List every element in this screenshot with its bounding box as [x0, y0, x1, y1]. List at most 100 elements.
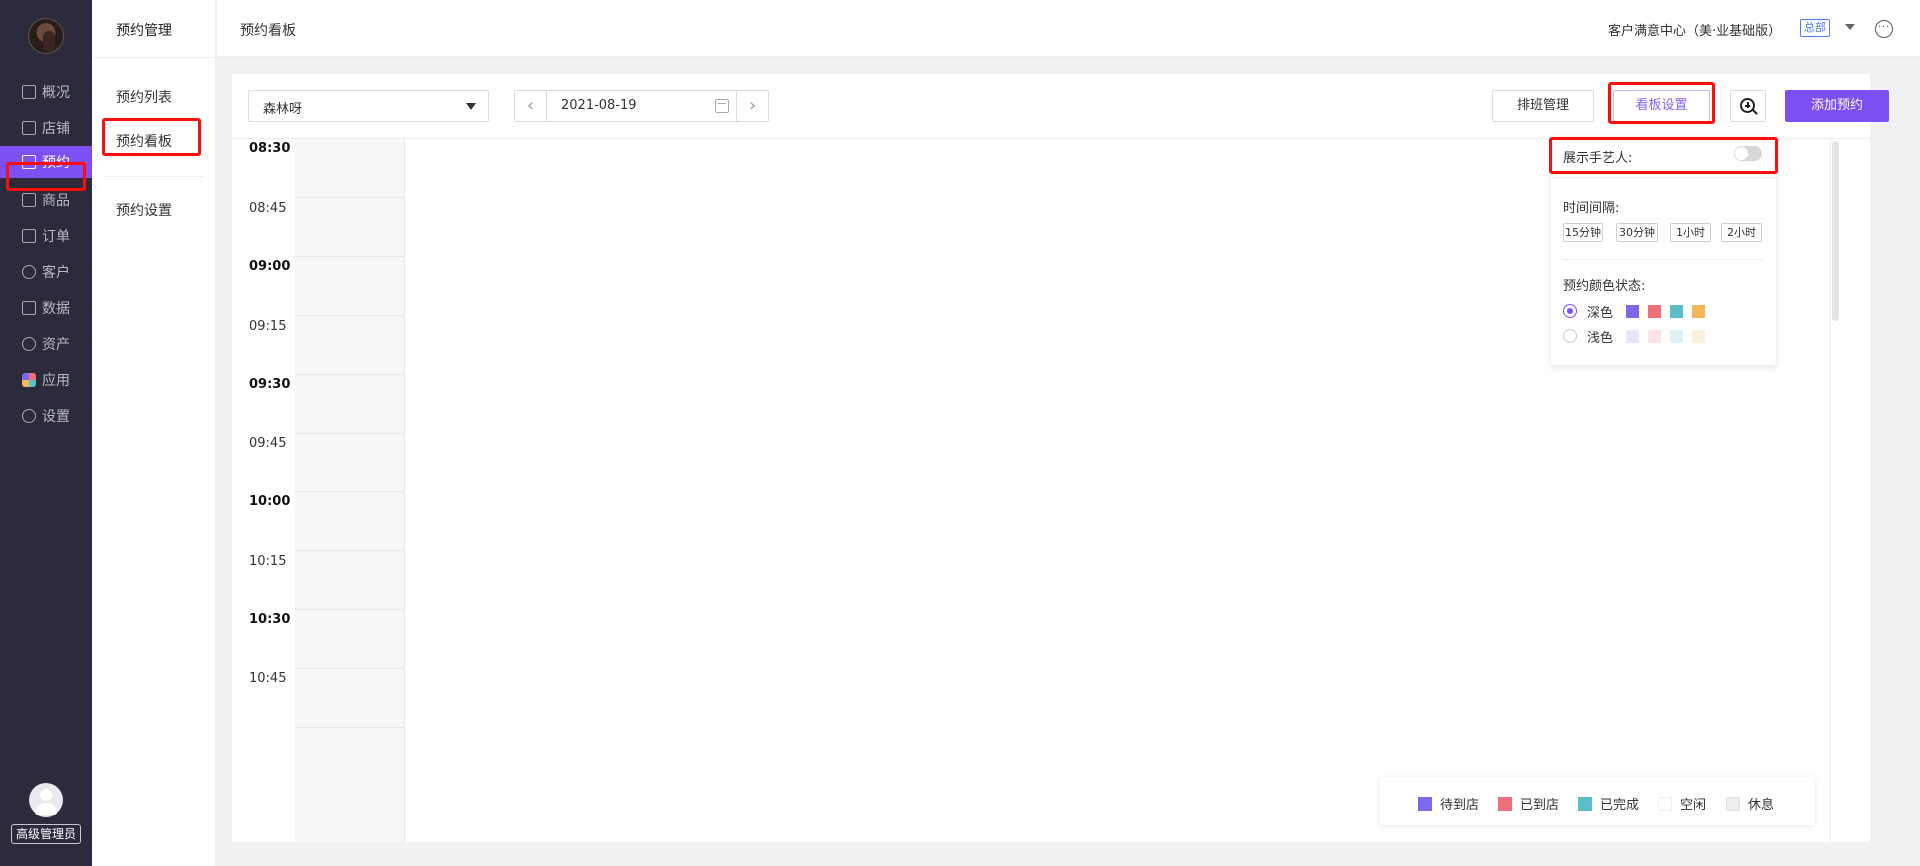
legend-swatch [1726, 796, 1740, 811]
interval-2h-button[interactable]: 2小时 [1721, 223, 1762, 242]
main-sidebar: 概况 店铺 预约 商品 订单 客户 数据 资产 应用 设置 高级管理员 [0, 0, 92, 866]
time-label: 10:00 [249, 494, 291, 509]
legend-swatch [1498, 796, 1512, 811]
sidebar-item-label: 概况 [42, 85, 70, 101]
grid-line [295, 256, 405, 257]
status-legend: 待到店 已到店 已完成 空闲 休息 [1380, 777, 1814, 825]
hq-badge: 总部 [1800, 19, 1830, 37]
apps-icon [22, 373, 36, 387]
interval-30min-button[interactable]: 30分钟 [1616, 223, 1658, 242]
swatch-light-other [1692, 330, 1705, 343]
time-label: 08:45 [249, 201, 287, 216]
bag-icon [22, 193, 36, 207]
add-appointment-button[interactable]: 添加预约 [1785, 90, 1889, 122]
sidebar-item-overview[interactable]: 概况 [0, 76, 92, 108]
sidebar-item-settings[interactable]: 设置 [0, 400, 92, 432]
grid-line [295, 550, 405, 551]
date-picker[interactable]: ‹ 2021-08-19 › [514, 90, 769, 122]
legend-label: 已完成 [1600, 798, 1640, 813]
legend-swatch [1658, 796, 1672, 811]
grid-line [295, 609, 405, 610]
subnav-item-settings[interactable]: 预约设置 [116, 200, 172, 220]
swatch-dark-pending [1626, 305, 1639, 318]
sidebar-item-apps[interactable]: 应用 [0, 364, 92, 396]
interval-1h-button[interactable]: 1小时 [1670, 223, 1711, 242]
swatch-dark-arrived [1648, 305, 1661, 318]
sidebar-item-assets[interactable]: 资产 [0, 328, 92, 360]
time-label: 09:15 [249, 319, 287, 334]
legend-item-rest: 休息 [1726, 794, 1774, 813]
grid-line [295, 374, 405, 375]
sidebar-item-store[interactable]: 店铺 [0, 112, 92, 144]
swatch-dark-other [1692, 305, 1705, 318]
zoom-plus-mark [1746, 102, 1749, 108]
divider [1551, 177, 1776, 178]
coin-icon [22, 337, 36, 351]
user-icon [22, 265, 36, 279]
interval-15min-button[interactable]: 15分钟 [1563, 223, 1603, 242]
board-settings-popover: 展示手艺人: 时间间隔: 15分钟 30分钟 1小时 2小时 预约颜色状态: 深… [1551, 137, 1776, 365]
staff-select-value: 森林呀 [263, 102, 303, 117]
grid-line [295, 668, 405, 669]
user-avatar[interactable] [29, 783, 63, 817]
time-label: 10:30 [249, 612, 291, 627]
swatch-light-pending [1626, 330, 1639, 343]
sidebar-item-orders[interactable]: 订单 [0, 220, 92, 252]
sidebar-item-label: 店铺 [42, 121, 70, 137]
sidebar-item-label: 设置 [42, 409, 70, 425]
next-day-button[interactable]: › [736, 91, 768, 121]
dark-color-label: 深色 [1587, 306, 1614, 321]
sidebar-item-data[interactable]: 数据 [0, 292, 92, 324]
sidebar-item-label: 数据 [42, 301, 70, 317]
legend-label: 休息 [1748, 798, 1775, 813]
time-label: 08:30 [249, 141, 291, 156]
light-color-label: 浅色 [1587, 331, 1614, 346]
calendar-icon [22, 155, 36, 169]
show-artist-toggle[interactable] [1734, 146, 1762, 161]
divider [104, 176, 204, 177]
page-title: 预约看板 [240, 23, 296, 39]
staff-select[interactable]: 森林呀 [248, 90, 489, 122]
light-color-radio[interactable] [1563, 329, 1577, 343]
store-switcher[interactable]: 客户满意中心（美·业基础版） [1608, 20, 1781, 39]
legend-swatch [1578, 796, 1592, 811]
sidebar-item-label: 应用 [42, 373, 70, 389]
bar-chart-icon [22, 301, 36, 315]
swatch-dark-completed [1670, 305, 1683, 318]
legend-item-arrived: 已到店 [1498, 794, 1559, 813]
sub-sidebar: 预约管理 预约列表 预约看板 预约设置 [92, 0, 216, 866]
legend-item-completed: 已完成 [1578, 794, 1639, 813]
legend-label: 待到店 [1440, 798, 1480, 813]
grid-line [295, 491, 405, 492]
legend-item-free: 空闲 [1658, 794, 1706, 813]
subnav-item-board[interactable]: 预约看板 [116, 131, 172, 151]
grid-line [295, 433, 405, 434]
time-label: 09:45 [249, 436, 287, 451]
chevron-down-icon[interactable] [1845, 24, 1855, 30]
dark-color-radio[interactable] [1563, 304, 1577, 318]
time-label: 09:30 [249, 377, 291, 392]
calendar-icon[interactable] [715, 99, 729, 113]
sidebar-item-products[interactable]: 商品 [0, 184, 92, 216]
zoom-in-button[interactable] [1730, 90, 1766, 122]
date-value[interactable]: 2021-08-19 [561, 98, 637, 113]
sidebar-item-label: 预约 [42, 155, 70, 171]
divider [92, 57, 216, 58]
scrollbar-thumb[interactable] [1832, 141, 1839, 321]
top-bar: 预约看板 客户满意中心（美·业基础版） 总部 ··· [217, 0, 1920, 57]
sidebar-item-label: 订单 [42, 229, 70, 245]
time-label: 10:15 [249, 554, 287, 569]
subnav-item-list[interactable]: 预约列表 [116, 87, 172, 107]
interval-label: 时间间隔: [1563, 201, 1620, 216]
sidebar-item-label: 客户 [42, 265, 70, 281]
board-settings-button[interactable]: 看板设置 [1613, 90, 1710, 122]
store-avatar[interactable] [28, 18, 64, 54]
staff-column [295, 139, 405, 842]
schedule-management-button[interactable]: 排班管理 [1492, 90, 1594, 122]
monitor-icon [22, 85, 36, 99]
sidebar-item-appointment[interactable]: 预约 [0, 146, 92, 178]
prev-day-button[interactable]: ‹ [515, 91, 547, 121]
role-badge: 高级管理员 [11, 824, 81, 844]
message-icon[interactable]: ··· [1875, 20, 1893, 38]
sidebar-item-customers[interactable]: 客户 [0, 256, 92, 288]
